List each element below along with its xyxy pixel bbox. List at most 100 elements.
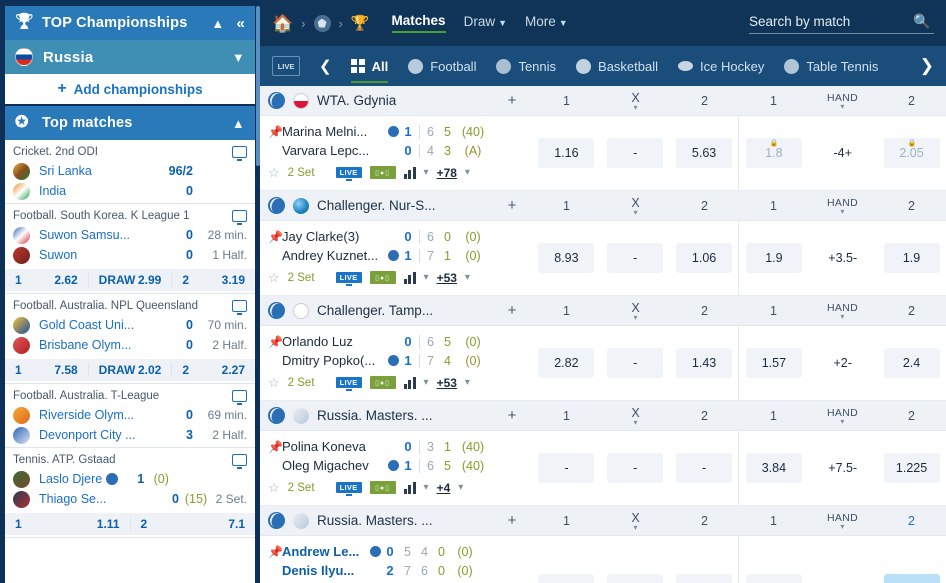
expand-chevron-icon[interactable]: ▾ — [465, 272, 470, 283]
statistics-icon[interactable] — [403, 376, 416, 389]
odds-cell-x[interactable]: - — [601, 116, 670, 190]
live-stream-button[interactable]: LIVE — [335, 377, 362, 391]
odds-cell-1[interactable]: - — [532, 536, 601, 583]
column-header-h1[interactable]: 1 — [739, 514, 808, 528]
chevron-down-icon[interactable]: ▾ — [424, 272, 429, 283]
league-expand-button[interactable]: + — [492, 407, 532, 424]
odds-cell-1[interactable]: 1.16 — [532, 116, 601, 190]
odd-button-highlighted[interactable]: 1.744 — [883, 574, 940, 583]
odds-cell-1[interactable]: - — [532, 431, 601, 505]
odds-cell-h1[interactable]: 1.9 — [739, 221, 808, 295]
favorite-star-icon[interactable]: ☆ — [268, 270, 280, 286]
home-icon[interactable]: 🏠 — [272, 15, 293, 32]
odd-button[interactable]: 1.43 — [676, 348, 733, 378]
double-chevron-left-icon[interactable]: « — [236, 15, 245, 32]
league-expand-button[interactable]: + — [492, 512, 532, 529]
trophy-icon[interactable]: 🏆 — [351, 14, 370, 32]
column-header-h1[interactable]: 1 — [739, 199, 808, 213]
league-expand-button[interactable]: + — [492, 92, 532, 109]
tab-draw[interactable]: Draw ▼ — [464, 14, 507, 32]
odd-button[interactable]: - — [607, 453, 664, 483]
expand-chevron-icon[interactable]: ▾ — [465, 167, 470, 178]
monitor-icon[interactable] — [232, 390, 247, 405]
column-header-1[interactable]: 1 — [532, 199, 601, 213]
odds-button[interactable]: 2 7.1 — [131, 517, 256, 531]
odd-button-locked[interactable]: 2.05 — [883, 138, 940, 168]
odds-cell-hand[interactable]: -4+ — [808, 116, 877, 190]
odd-button[interactable]: - — [676, 574, 733, 583]
live-stream-button[interactable]: LIVE — [335, 167, 362, 181]
odd-button[interactable]: 8.93 — [538, 243, 595, 273]
column-header-1[interactable]: 1 — [532, 94, 601, 108]
column-header-x[interactable]: X ▾ — [601, 196, 670, 217]
chevron-down-icon[interactable]: ▾ — [424, 482, 429, 493]
match-row[interactable]: 📌 Marina Melni... 1 6 5 (40) Varvara Lep… — [260, 116, 946, 191]
column-header-x[interactable]: X ▾ — [601, 511, 670, 532]
sport-tab-basketball[interactable]: Basketball — [566, 46, 668, 86]
odds-cell-1[interactable]: 8.93 — [532, 221, 601, 295]
monitor-icon[interactable] — [232, 146, 247, 161]
column-header-hand[interactable]: HAND ▾ — [808, 302, 877, 321]
odd-button[interactable]: 2.82 — [538, 348, 595, 378]
odd-button[interactable]: 1.9 — [883, 243, 940, 273]
league-expand-button[interactable]: + — [492, 197, 532, 214]
column-header-x[interactable]: X ▾ — [601, 91, 670, 112]
match-row[interactable]: 📌 Orlando Luz 0 6 5 (0) Dmitry Popko(... — [260, 326, 946, 401]
search-box[interactable]: 🔍 — [749, 13, 934, 34]
odds-cell-2[interactable]: 5.63 — [670, 116, 739, 190]
odd-button[interactable]: 1.16 — [538, 138, 595, 168]
sidebar-match-item[interactable]: Football. South Korea. K League 1 Suwon … — [5, 204, 255, 294]
odd-button[interactable]: 1.225 — [883, 453, 940, 483]
odds-cell-hand[interactable]: +7.5- — [808, 431, 877, 505]
favorite-star-icon[interactable]: ☆ — [268, 375, 280, 391]
odds-cell-h1[interactable]: 3.84 — [739, 431, 808, 505]
pin-icon[interactable]: 📌 — [268, 335, 283, 349]
handicap-value[interactable]: -4+ — [815, 138, 871, 168]
chevron-up-icon[interactable]: ▲ — [232, 116, 245, 131]
odds-button[interactable]: 2 3.19 — [172, 273, 255, 287]
odds-cell-h1[interactable]: 1.57 — [739, 326, 808, 400]
column-header-hand[interactable]: HAND ▾ — [808, 512, 877, 531]
odds-cell-x[interactable]: - — [601, 431, 670, 505]
odd-button[interactable]: 3.84 — [745, 453, 802, 483]
odds-button[interactable]: 1 7.58 — [5, 363, 89, 377]
favorite-star-icon[interactable]: ☆ — [268, 480, 280, 496]
odd-button[interactable]: - — [607, 243, 664, 273]
tab-more[interactable]: More ▼ — [525, 14, 568, 32]
odd-button-locked[interactable]: 1.8 — [745, 138, 802, 168]
sidebar-match-item[interactable]: Football. Australia. NPL Queensland Gold… — [5, 294, 255, 384]
favorite-star-icon[interactable]: ☆ — [268, 165, 280, 181]
search-icon[interactable]: 🔍 — [913, 13, 930, 30]
league-header-row[interactable]: Russia. Masters. ... + 1 X ▾ 2 1 HAND ▾ 2 — [260, 401, 946, 431]
league-expand-button[interactable]: + — [492, 302, 532, 319]
handicap-value[interactable]: +7.5- — [815, 453, 871, 483]
odds-cell-2[interactable]: - — [670, 536, 739, 583]
odd-button[interactable]: - — [676, 453, 733, 483]
match-row[interactable]: 📌 Jay Clarke(3) 0 6 0 (0) Andrey Kuznet.… — [260, 221, 946, 296]
statistics-icon[interactable] — [403, 166, 416, 179]
statistics-icon[interactable] — [403, 481, 416, 494]
column-header-h2[interactable]: 2 — [877, 94, 946, 108]
odds-cell-2[interactable]: 1.06 — [670, 221, 739, 295]
more-markets-count[interactable]: +53 — [437, 271, 457, 285]
odds-cell-h2[interactable]: 1.744 — [877, 536, 946, 583]
odd-button[interactable]: 2.4 — [883, 348, 940, 378]
odds-button[interactable]: 2 2.27 — [172, 363, 255, 377]
monitor-icon[interactable] — [232, 454, 247, 469]
search-input[interactable] — [749, 13, 899, 29]
column-header-hand[interactable]: HAND ▾ — [808, 407, 877, 426]
monitor-icon[interactable] — [232, 210, 247, 225]
pin-icon[interactable]: 📌 — [268, 545, 283, 559]
league-header-row[interactable]: Challenger. Tamp... + 1 X ▾ 2 1 HAND ▾ 2 — [260, 296, 946, 326]
odds-cell-hand[interactable]: +5.5- — [808, 536, 877, 583]
column-header-2[interactable]: 2 — [670, 304, 739, 318]
odds-cell-x[interactable]: - — [601, 536, 670, 583]
sidebar-match-item[interactable]: Tennis. ATP. Gstaad Laslo Djere 1 (0) Th… — [5, 448, 255, 538]
sport-tab-ice-hockey[interactable]: Ice Hockey — [668, 46, 774, 86]
sport-tab-table-tennis[interactable]: Table Tennis — [774, 46, 888, 86]
odd-button[interactable]: - — [607, 138, 664, 168]
more-markets-count[interactable]: +78 — [437, 166, 457, 180]
sidebar-country-russia[interactable]: Russia ▼ — [5, 40, 255, 74]
odds-button[interactable]: 1 2.62 — [5, 273, 89, 287]
chevron-left-icon[interactable]: ❮ — [310, 57, 341, 75]
